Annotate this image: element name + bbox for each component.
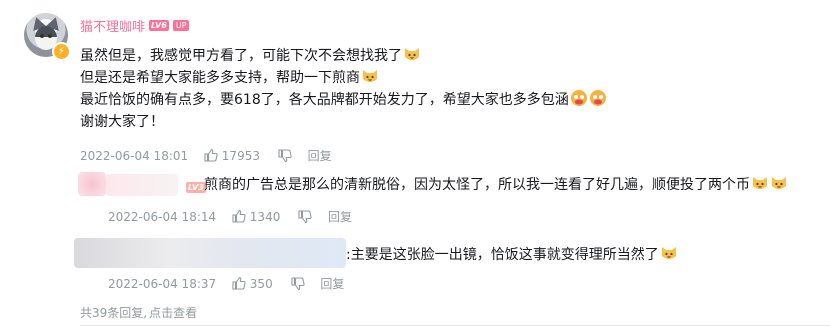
lightning-icon: ⚡: [52, 42, 71, 61]
reply-text: :主要是这张脸一出镜，恰饭这事就变得理所当然了: [346, 244, 678, 266]
replies-footer: 共39条回复, 点击查看: [80, 304, 197, 321]
view-replies-link[interactable]: 点击查看: [149, 304, 197, 321]
level-badge: LV6: [149, 20, 169, 31]
reply-button[interactable]: 回复: [320, 275, 344, 292]
cat-emoji-icon: [772, 177, 786, 189]
thumbs-down-icon: [290, 277, 305, 291]
divider: [80, 325, 830, 326]
like-button[interactable]: 17953: [204, 148, 260, 163]
comment-line: 但是还是希望大家能多多支持，帮助一下煎商: [80, 70, 360, 86]
reply-username[interactable]: [106, 174, 178, 196]
level-badge: LV3: [186, 182, 206, 193]
hug-emoji-icon: [570, 90, 587, 106]
comment-line: 虽然但是，我感觉甲方看了，可能下次不会想找我了: [80, 48, 402, 64]
dislike-button[interactable]: [278, 149, 292, 163]
thumbs-down-icon: [278, 149, 292, 163]
comment-line: 最近恰饭的确有点多，要618了，各大品牌都开始发力了，希望大家也多多包涵: [80, 92, 569, 108]
comment-line: 谢谢大家了！: [80, 114, 164, 130]
thumbs-down-icon: [298, 210, 312, 224]
comment-date: 2022-06-04 18:01: [80, 149, 189, 163]
cat-emoji-icon: [363, 70, 377, 82]
cat-emoji-icon: [753, 177, 767, 189]
dislike-button[interactable]: [298, 210, 312, 224]
reply-date: 2022-06-04 18:14: [108, 210, 217, 224]
like-button[interactable]: 350: [232, 276, 273, 291]
reply-text: 煎商的广告总是那么的清新脱俗，因为太怪了，所以我一连看了好几遍，顺便投了两个币: [204, 174, 788, 196]
like-count: 17953: [221, 149, 260, 163]
username[interactable]: 猫不理咖啡: [80, 16, 145, 35]
dislike-button[interactable]: [290, 277, 305, 291]
thumbs-up-icon: [232, 209, 246, 223]
reply-button[interactable]: 回复: [308, 147, 332, 164]
like-button[interactable]: 1340: [232, 209, 280, 224]
reply-button[interactable]: 回复: [328, 208, 352, 225]
reply-avatar[interactable]: [78, 172, 106, 196]
cat-emoji-icon: [405, 48, 419, 60]
total-replies: 共39条回复,: [80, 306, 148, 320]
like-count: 1340: [249, 210, 281, 224]
thumbs-up-icon: [204, 148, 218, 162]
reply-meta: 2022-06-04 18:37 350 回复: [108, 275, 344, 292]
hug-emoji-icon: [589, 90, 606, 106]
thumbs-up-icon: [232, 276, 246, 290]
up-badge: UP: [172, 20, 190, 31]
comment-meta: 2022-06-04 18:01 17953 回复: [80, 147, 332, 164]
comment-body: 虽然但是，我感觉甲方看了，可能下次不会想找我了 但是还是希望大家能多多支持，帮助…: [80, 45, 607, 133]
like-count: 350: [249, 277, 273, 291]
comment-header: 猫不理咖啡 LV6 UP: [80, 16, 190, 35]
reply-date: 2022-06-04 18:37: [108, 277, 217, 291]
cat-emoji-icon: [661, 247, 676, 259]
reply-author-blurred[interactable]: [74, 238, 346, 268]
reply-meta: 2022-06-04 18:14 1340 回复: [108, 208, 352, 225]
